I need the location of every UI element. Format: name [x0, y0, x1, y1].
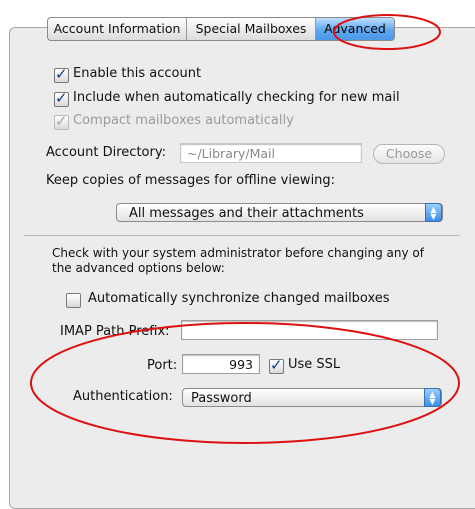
notice-line-2: the advanced options below:	[52, 261, 225, 275]
authentication-label: Authentication:	[73, 389, 173, 404]
offline-viewing-value: All messages and their attachments	[129, 206, 364, 221]
offline-viewing-popup[interactable]: All messages and their attachments ▲ ▼	[116, 203, 443, 222]
authentication-value: Password	[191, 391, 252, 406]
enable-account-checkbox[interactable]	[54, 65, 69, 83]
separator	[24, 235, 460, 236]
account-directory-label: Account Directory:	[46, 145, 166, 160]
imap-path-field[interactable]	[181, 320, 438, 340]
tab-account-information[interactable]: Account Information	[48, 18, 187, 40]
include-check-checkbox[interactable]	[54, 89, 69, 107]
sync-mailboxes-checkbox[interactable]	[66, 293, 81, 308]
imap-path-label: IMAP Path Prefix:	[60, 324, 170, 339]
popup-arrows-icon: ▲ ▼	[424, 388, 441, 407]
port-label: Port:	[147, 358, 178, 373]
sync-mailboxes-label: Automatically synchronize changed mailbo…	[88, 291, 390, 306]
choose-button[interactable]: Choose	[373, 144, 445, 164]
tab-special-mailboxes[interactable]: Special Mailboxes	[187, 18, 316, 40]
account-directory-field[interactable]: ~/Library/Mail	[180, 143, 362, 163]
tab-advanced[interactable]: Advanced	[316, 18, 394, 40]
offline-label: Keep copies of messages for offline view…	[46, 173, 336, 188]
authentication-popup[interactable]: Password ▲ ▼	[182, 388, 442, 407]
include-check-label: Include when automatically checking for …	[73, 90, 400, 105]
compact-mailboxes-label: Compact mailboxes automatically	[73, 113, 294, 128]
port-field[interactable]: 993	[182, 354, 260, 374]
use-ssl-label: Use SSL	[288, 357, 341, 372]
tab-bar: Account Information Special Mailboxes Ad…	[47, 17, 395, 41]
notice-line-1: Check with your system administrator bef…	[52, 246, 424, 260]
use-ssl-checkbox[interactable]	[269, 356, 284, 374]
enable-account-label: Enable this account	[73, 66, 202, 81]
popup-arrows-icon: ▲ ▼	[425, 203, 442, 222]
compact-mailboxes-checkbox[interactable]	[54, 112, 69, 130]
